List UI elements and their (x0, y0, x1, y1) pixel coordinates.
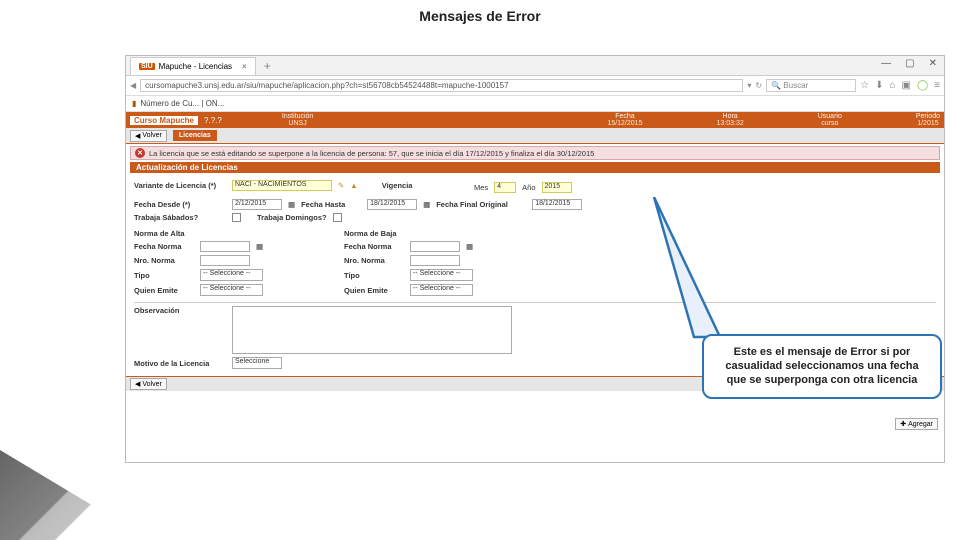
clear-icon[interactable]: ▲ (350, 181, 357, 190)
url-input[interactable]: cursomapuche3.unsj.edu.ar/siu/mapuche/ap… (140, 79, 743, 92)
bookmark-label[interactable]: Número de Cu... | ON... (140, 99, 224, 108)
motivo-label: Motivo de la Licencia (134, 359, 226, 368)
maximize-icon[interactable]: ▢ (902, 56, 917, 71)
dom-label: Trabaja Domingos? (257, 213, 327, 222)
toolbar: ◀ Volver Licencias (126, 128, 944, 144)
callout-box: Este es el mensaje de Error si por casua… (702, 334, 942, 399)
app-version: ?.?.? (204, 116, 222, 125)
agregar-button[interactable]: ✚ Agregar (895, 418, 938, 430)
baja-title: Norma de Baja (344, 229, 514, 238)
slide-title: Mensajes de Error (0, 0, 960, 38)
emite-a-select[interactable]: -- Seleccione -- (200, 284, 263, 296)
hd-usuario-val: curso (821, 120, 838, 127)
emite-b-select[interactable]: -- Seleccione -- (410, 284, 473, 296)
error-banner: ✕ La licencia que se está editando se su… (130, 146, 940, 160)
bookmark-icon: ▮ (132, 99, 136, 108)
hd-periodo-label: Periodo (916, 113, 940, 120)
breadcrumb: Licencias (173, 130, 217, 141)
window-controls: — ▢ ✕ (878, 56, 940, 71)
fnorma-a-input[interactable] (200, 241, 250, 252)
forig-label: Fecha Final Original (436, 200, 526, 209)
obs-label: Observación (134, 306, 226, 315)
pocket-icon[interactable]: ▣ (902, 80, 911, 91)
mes-label: Mes (474, 183, 488, 192)
error-text: La licencia que se está editando se supe… (149, 149, 594, 158)
home-icon[interactable]: ⌂ (889, 80, 895, 91)
emite-b-label: Quien Emite (344, 286, 404, 295)
calendar-icon[interactable]: ▦ (256, 242, 263, 251)
nnorma-b-label: Nro. Norma (344, 256, 404, 265)
tipo-a-label: Tipo (134, 271, 194, 280)
hd-inst-val: UNSJ (288, 120, 306, 127)
tipo-a-select[interactable]: -- Seleccione -- (200, 269, 263, 281)
download-icon[interactable]: ⬇ (875, 80, 883, 91)
sab-checkbox[interactable] (232, 213, 241, 222)
search-input[interactable]: 🔍 Buscar (766, 79, 856, 92)
obs-textarea[interactable] (232, 306, 512, 354)
vigencia-label: Vigencia (382, 181, 442, 190)
browser-tab[interactable]: SIU Mapuche - Licencias × (130, 57, 256, 75)
volver-button[interactable]: ◀ Volver (130, 130, 167, 142)
hd-hora-val: 13:03:32 (716, 120, 743, 127)
edit-icon[interactable]: ✎ (338, 181, 344, 190)
app-logo: Curso Mapuche (130, 116, 198, 125)
bookmark-bar: ▮ Número de Cu... | ON... (126, 96, 944, 112)
sab-label: Trabaja Sábados? (134, 213, 226, 222)
fnorma-b-input[interactable] (410, 241, 460, 252)
fnorma-b-label: Fecha Norma (344, 242, 404, 251)
anio-label: Año (522, 183, 535, 192)
nnorma-a-input[interactable] (200, 255, 250, 266)
tipo-b-label: Tipo (344, 271, 404, 280)
hd-inst-label: Institución (282, 113, 314, 120)
menu-icon[interactable]: ≡ (934, 80, 940, 91)
anio-input[interactable]: 2015 (542, 182, 572, 193)
hd-periodo-val: 1/2015 (917, 120, 938, 127)
app-header: Curso Mapuche ?.?.? Institución UNSJ Fec… (126, 112, 944, 128)
error-icon: ✕ (135, 148, 145, 158)
tab-bar: SIU Mapuche - Licencias × + — ▢ ✕ (126, 56, 944, 76)
tab-title: Mapuche - Licencias (159, 62, 232, 71)
calendar-icon[interactable]: ▦ (466, 242, 473, 251)
hd-hora-label: Hora (723, 113, 738, 120)
new-tab-button[interactable]: + (264, 59, 271, 73)
star-icon[interactable]: ☆ (860, 80, 869, 91)
volver-button-bottom[interactable]: ◀ Volver (130, 378, 167, 390)
calendar-icon[interactable]: ▦ (423, 200, 430, 209)
minimize-icon[interactable]: — (878, 56, 894, 71)
motivo-select[interactable]: Seleccione (232, 357, 282, 369)
variante-input[interactable]: NACI - NACIMIENTOS (232, 180, 332, 191)
browser-window: SIU Mapuche - Licencias × + — ▢ ✕ ◀ curs… (125, 55, 945, 463)
hd-fecha-label: Fecha (615, 113, 634, 120)
section-title: Actualización de Licencias (130, 162, 940, 173)
fhasta-input[interactable]: 18/12/2015 (367, 199, 417, 210)
fdesde-input[interactable]: 2/12/2015 (232, 199, 282, 210)
tab-favicon: SIU (139, 63, 155, 70)
hd-fecha-val: 15/12/2015 (607, 120, 642, 127)
nnorma-b-input[interactable] (410, 255, 460, 266)
fhasta-label: Fecha Hasta (301, 200, 361, 209)
alta-title: Norma de Alta (134, 229, 304, 238)
nnorma-a-label: Nro. Norma (134, 256, 194, 265)
callout-text: Este es el mensaje de Error si por casua… (725, 346, 918, 386)
hd-usuario-label: Usuario (818, 113, 842, 120)
back-icon[interactable]: ◀ (130, 81, 136, 90)
slide-decoration (0, 450, 150, 540)
fnorma-a-label: Fecha Norma (134, 242, 194, 251)
address-bar: ◀ cursomapuche3.unsj.edu.ar/siu/mapuche/… (126, 76, 944, 96)
close-icon[interactable]: × (242, 62, 247, 71)
variante-label: Variante de Licencia (*) (134, 181, 226, 190)
calendar-icon[interactable]: ▦ (288, 200, 295, 209)
shield-icon[interactable]: ◯ (917, 80, 928, 91)
tipo-b-select[interactable]: -- Seleccione -- (410, 269, 473, 281)
fdesde-label: Fecha Desde (*) (134, 200, 226, 209)
emite-a-label: Quien Emite (134, 286, 194, 295)
forig-input[interactable]: 18/12/2015 (532, 199, 582, 210)
mes-input[interactable]: 4 (494, 182, 516, 193)
reload-icon[interactable]: ↻ (755, 81, 762, 90)
go-icon[interactable]: ▾ (747, 81, 751, 90)
close-window-icon[interactable]: ✕ (926, 56, 940, 71)
dom-checkbox[interactable] (333, 213, 342, 222)
